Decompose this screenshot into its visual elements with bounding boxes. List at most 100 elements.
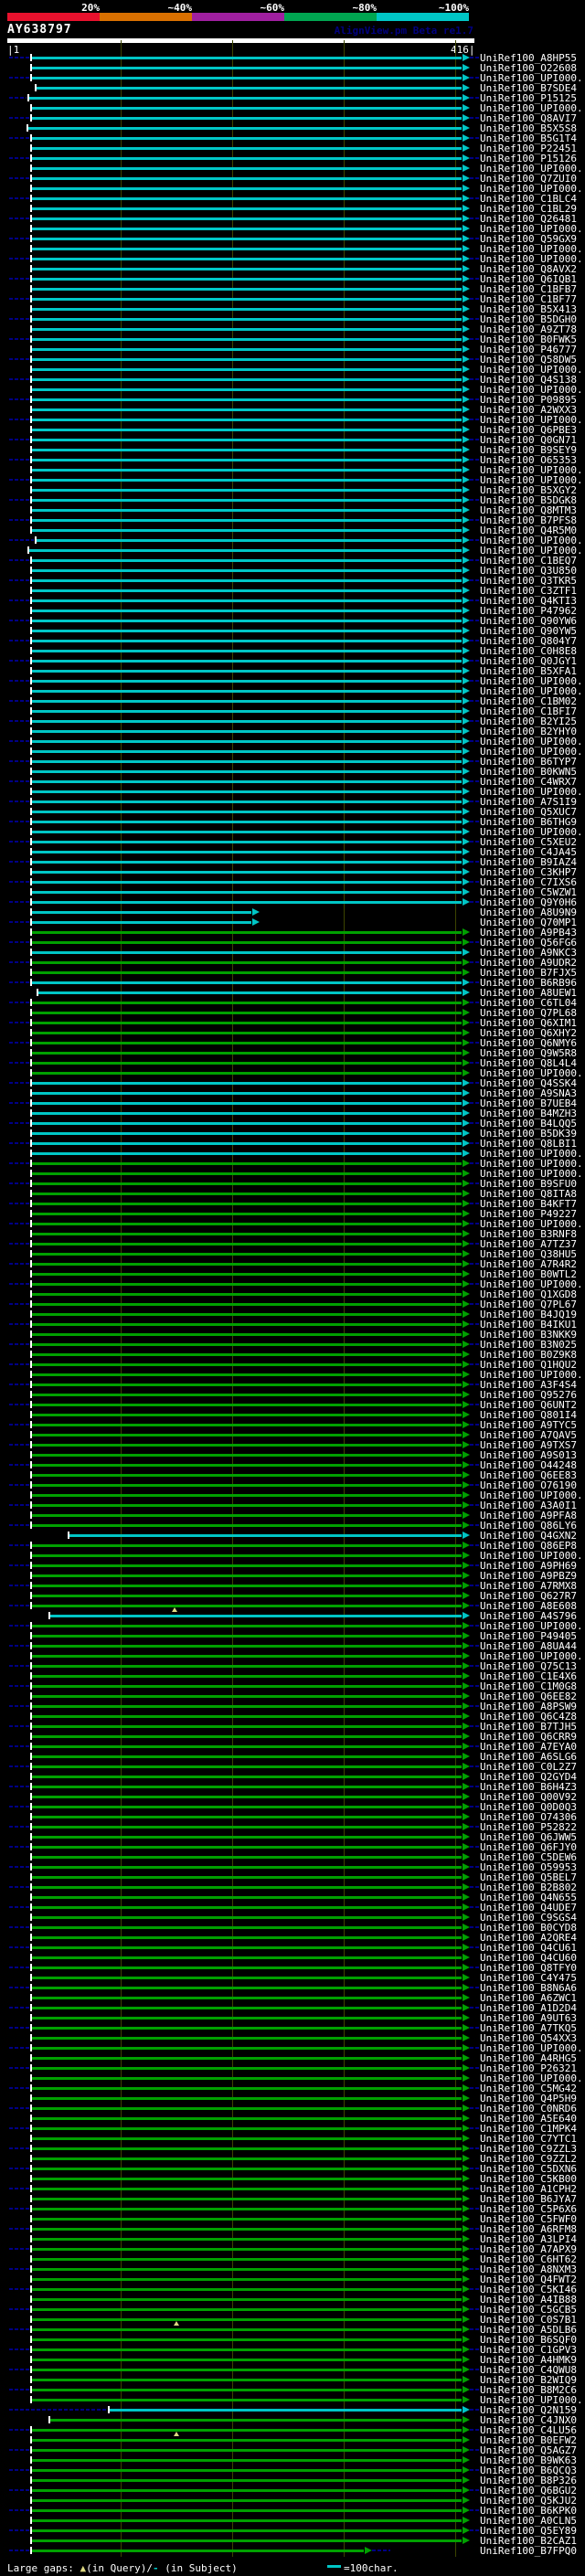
alignment-bar[interactable] <box>32 2278 462 2281</box>
alignment-bar[interactable] <box>32 1524 462 1527</box>
alignment-bar[interactable] <box>32 1042 462 1044</box>
alignment-bar[interactable] <box>32 1625 462 1627</box>
alignment-bar[interactable] <box>32 2348 462 2351</box>
alignment-bar[interactable] <box>32 2529 462 2532</box>
alignment-bar[interactable] <box>32 2359 462 2361</box>
alignment-bar[interactable] <box>32 941 462 944</box>
alignment-bar[interactable] <box>32 2509 462 2512</box>
alignment-bar[interactable] <box>32 1012 462 1014</box>
alignment-bar[interactable] <box>32 1122 462 1125</box>
alignment-bar[interactable] <box>32 2549 364 2552</box>
alignment-bar[interactable] <box>32 841 462 843</box>
alignment-bar[interactable] <box>32 2389 462 2391</box>
alignment-bar[interactable] <box>32 2248 462 2251</box>
alignment-bar[interactable] <box>110 2409 462 2412</box>
alignment-bar[interactable] <box>32 1263 462 1266</box>
alignment-bar[interactable] <box>32 2399 462 2401</box>
alignment-bar[interactable] <box>32 579 462 582</box>
alignment-bar[interactable] <box>32 2228 462 2231</box>
alignment-bar[interactable] <box>32 439 462 441</box>
alignment-bar[interactable] <box>32 1645 462 1648</box>
alignment-bar[interactable] <box>32 328 462 331</box>
alignment-bar[interactable] <box>32 509 462 512</box>
alignment-bar[interactable] <box>32 308 462 311</box>
alignment-bar[interactable] <box>29 97 462 100</box>
alignment-bar[interactable] <box>32 1032 462 1034</box>
alignment-bar[interactable] <box>32 981 462 984</box>
alignment-bar[interactable] <box>32 2238 462 2241</box>
alignment-bar[interactable] <box>32 1233 462 1235</box>
alignment-bar[interactable] <box>32 1966 462 1969</box>
alignment-bar[interactable] <box>32 1514 462 1517</box>
alignment-bar[interactable] <box>32 650 462 652</box>
alignment-bar[interactable] <box>32 710 462 713</box>
alignment-bar[interactable] <box>32 871 462 874</box>
alignment-bar[interactable] <box>32 1735 462 1738</box>
alignment-bar[interactable] <box>32 1303 462 1306</box>
alignment-bar[interactable] <box>32 1424 462 1426</box>
alignment-bar[interactable] <box>32 1866 462 1869</box>
alignment-bar[interactable] <box>32 368 462 371</box>
alignment-bar[interactable] <box>32 1936 462 1939</box>
alignment-bar[interactable] <box>32 67 462 69</box>
alignment-bar[interactable] <box>32 630 462 632</box>
alignment-bar[interactable] <box>32 137 462 140</box>
alignment-bar[interactable] <box>32 1383 462 1386</box>
alignment-bar[interactable] <box>32 1343 462 1346</box>
alignment-bar[interactable] <box>32 207 462 210</box>
alignment-bar[interactable] <box>32 610 462 612</box>
alignment-bar[interactable] <box>37 87 462 90</box>
alignment-bar[interactable] <box>32 2489 462 2492</box>
alignment-bar[interactable] <box>32 268 462 270</box>
alignment-bar[interactable] <box>32 1394 462 1396</box>
alignment-bar[interactable] <box>32 2268 462 2271</box>
alignment-bar[interactable] <box>32 1776 462 1778</box>
alignment-bar[interactable] <box>32 519 462 522</box>
alignment-bar[interactable] <box>32 479 462 482</box>
alignment-bar[interactable] <box>32 1796 462 1798</box>
alignment-bar[interactable] <box>32 1293 462 1296</box>
alignment-bar[interactable] <box>32 1444 462 1447</box>
alignment-bar[interactable] <box>32 2459 462 2462</box>
alignment-bar[interactable] <box>32 1062 462 1065</box>
alignment-bar[interactable] <box>32 1373 462 1376</box>
alignment-bar[interactable] <box>32 640 462 642</box>
alignment-bar[interactable] <box>32 1484 462 1487</box>
alignment-bar[interactable] <box>32 429 462 431</box>
alignment-bar[interactable] <box>32 1705 462 1708</box>
alignment-bar[interactable] <box>32 1876 462 1879</box>
alignment-bar[interactable] <box>32 77 462 80</box>
alignment-bar[interactable] <box>32 1132 462 1135</box>
alignment-bar[interactable] <box>32 901 462 904</box>
alignment-bar[interactable] <box>32 1765 462 1768</box>
alignment-bar[interactable] <box>32 1504 462 1507</box>
alignment-bar[interactable] <box>32 157 462 160</box>
alignment-bar[interactable] <box>32 961 462 964</box>
alignment-bar[interactable] <box>32 2499 462 2502</box>
alignment-bar[interactable] <box>32 147 462 150</box>
alignment-bar[interactable] <box>32 1816 462 1818</box>
alignment-bar[interactable] <box>32 217 462 220</box>
alignment-bar[interactable] <box>32 720 462 723</box>
alignment-bar[interactable] <box>32 2539 462 2542</box>
alignment-bar[interactable] <box>32 971 462 974</box>
alignment-bar[interactable] <box>32 1152 462 1155</box>
alignment-bar[interactable] <box>32 1172 462 1175</box>
alignment-bar[interactable] <box>32 1916 462 1919</box>
alignment-bar[interactable] <box>32 2328 462 2331</box>
alignment-bar[interactable] <box>32 1685 462 1688</box>
alignment-bar[interactable] <box>32 1695 462 1698</box>
alignment-bar[interactable] <box>32 388 462 391</box>
alignment-bar[interactable] <box>32 670 462 673</box>
alignment-bar[interactable] <box>32 1454 462 1457</box>
alignment-bar[interactable] <box>32 1896 462 1899</box>
alignment-bar[interactable] <box>32 1926 462 1929</box>
alignment-bar[interactable] <box>32 1886 462 1889</box>
alignment-bar[interactable] <box>38 991 462 994</box>
alignment-bar[interactable] <box>32 1574 462 1577</box>
alignment-bar[interactable] <box>32 1987 462 1989</box>
alignment-bar[interactable] <box>50 2419 462 2422</box>
alignment-bar[interactable] <box>32 770 462 773</box>
alignment-bar[interactable] <box>32 1223 462 1225</box>
alignment-bar[interactable] <box>32 1363 462 1366</box>
